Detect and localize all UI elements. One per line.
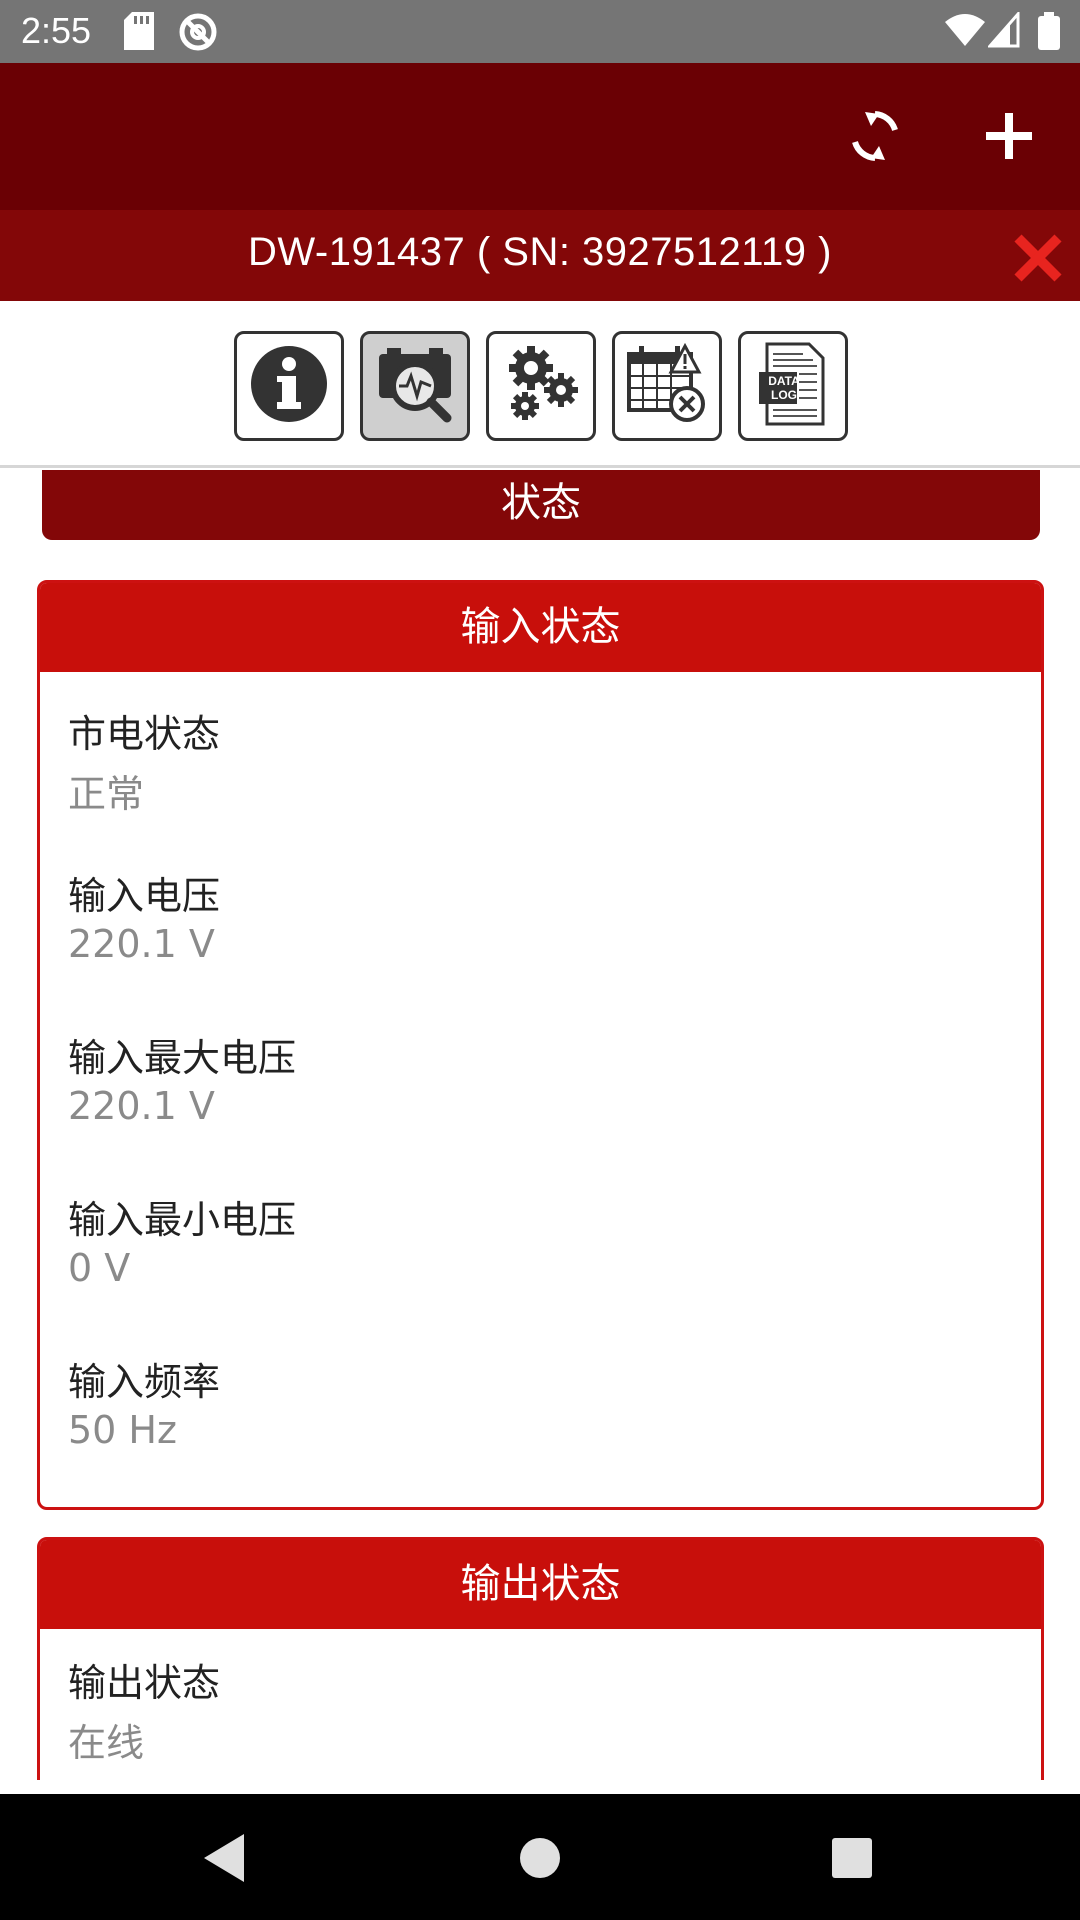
data-log-text: DATA LOG <box>768 374 800 402</box>
sd-card-icon <box>124 12 154 54</box>
app-screen: 2:55 DW-191437 (SN: 3927512119) DATA L… <box>0 0 1080 1920</box>
add-icon <box>984 111 1034 165</box>
home-icon <box>510 1838 570 1892</box>
item-value: 在线 <box>68 1721 145 1765</box>
close-icon <box>1010 234 1066 290</box>
status-content[interactable]: 状态 输入状态 市电状态 正常 输入电压 220.1 V 输入最大电压 220.… <box>0 470 1080 1780</box>
back-icon <box>196 1834 256 1892</box>
item-value: 220.1 V <box>68 922 215 966</box>
status-bar: 2:55 <box>0 0 1080 63</box>
battery-monitor-icon <box>375 344 455 428</box>
list-item: 输入最小电压 0 V <box>68 1197 296 1291</box>
battery-icon <box>1038 12 1060 54</box>
recents-icon <box>822 1838 882 1892</box>
info-button[interactable] <box>234 331 344 441</box>
item-value: 50 Hz <box>68 1408 177 1452</box>
output-status-card: 输出状态 输出状态 在线 <box>37 1537 1044 1780</box>
item-label: 市电状态 <box>68 712 221 756</box>
add-button[interactable] <box>974 103 1044 173</box>
do-not-disturb-icon <box>178 12 218 56</box>
device-bar: DW-191437 ( SN: 3927512119 ) <box>0 210 1080 301</box>
item-label: 输出状态 <box>68 1661 221 1705</box>
input-status-card: 输入状态 市电状态 正常 输入电压 220.1 V 输入最大电压 220.1 V… <box>37 580 1044 1510</box>
recents-button[interactable] <box>822 1828 882 1888</box>
item-label: 输入频率 <box>68 1360 221 1404</box>
app-bar <box>0 63 1080 210</box>
list-item: 输入最大电压 220.1 V <box>68 1035 296 1129</box>
data-log-button[interactable]: DATA LOG <box>738 331 848 441</box>
item-value: 正常 <box>68 772 145 816</box>
refresh-icon <box>847 108 903 168</box>
item-value: 0 V <box>68 1246 131 1290</box>
list-item: 输入电压 220.1 V <box>68 873 220 967</box>
list-item: 输出状态 在线 <box>68 1660 220 1766</box>
item-label: 输入最大电压 <box>68 1036 297 1080</box>
monitor-button[interactable] <box>360 331 470 441</box>
item-label: 输入电压 <box>68 874 221 918</box>
close-button[interactable] <box>1010 230 1066 286</box>
item-label: 输入最小电压 <box>68 1198 297 1242</box>
output-card-header: 输出状态 <box>40 1540 1041 1629</box>
wifi-icon <box>944 12 986 52</box>
home-button[interactable] <box>510 1828 570 1888</box>
gears-icon <box>499 342 583 430</box>
section-header: 状态 <box>42 470 1040 540</box>
list-item: 市电状态 正常 <box>68 711 220 817</box>
list-item: 输入频率 50 Hz <box>68 1359 220 1453</box>
calendar-warning-icon <box>625 342 709 430</box>
events-button[interactable] <box>612 331 722 441</box>
status-time: 2:55 <box>21 10 92 51</box>
refresh-button[interactable] <box>840 103 910 173</box>
settings-button[interactable] <box>486 331 596 441</box>
back-button[interactable] <box>196 1828 256 1888</box>
navigation-bar <box>0 1794 1080 1920</box>
signal-icon <box>986 10 1020 52</box>
info-icon <box>249 344 329 428</box>
tool-bar: DATA LOG <box>0 301 1080 468</box>
item-value: 220.1 V <box>68 1084 215 1128</box>
device-title: DW-191437 ( SN: 3927512119 ) <box>248 230 832 274</box>
input-card-header: 输入状态 <box>40 583 1041 672</box>
